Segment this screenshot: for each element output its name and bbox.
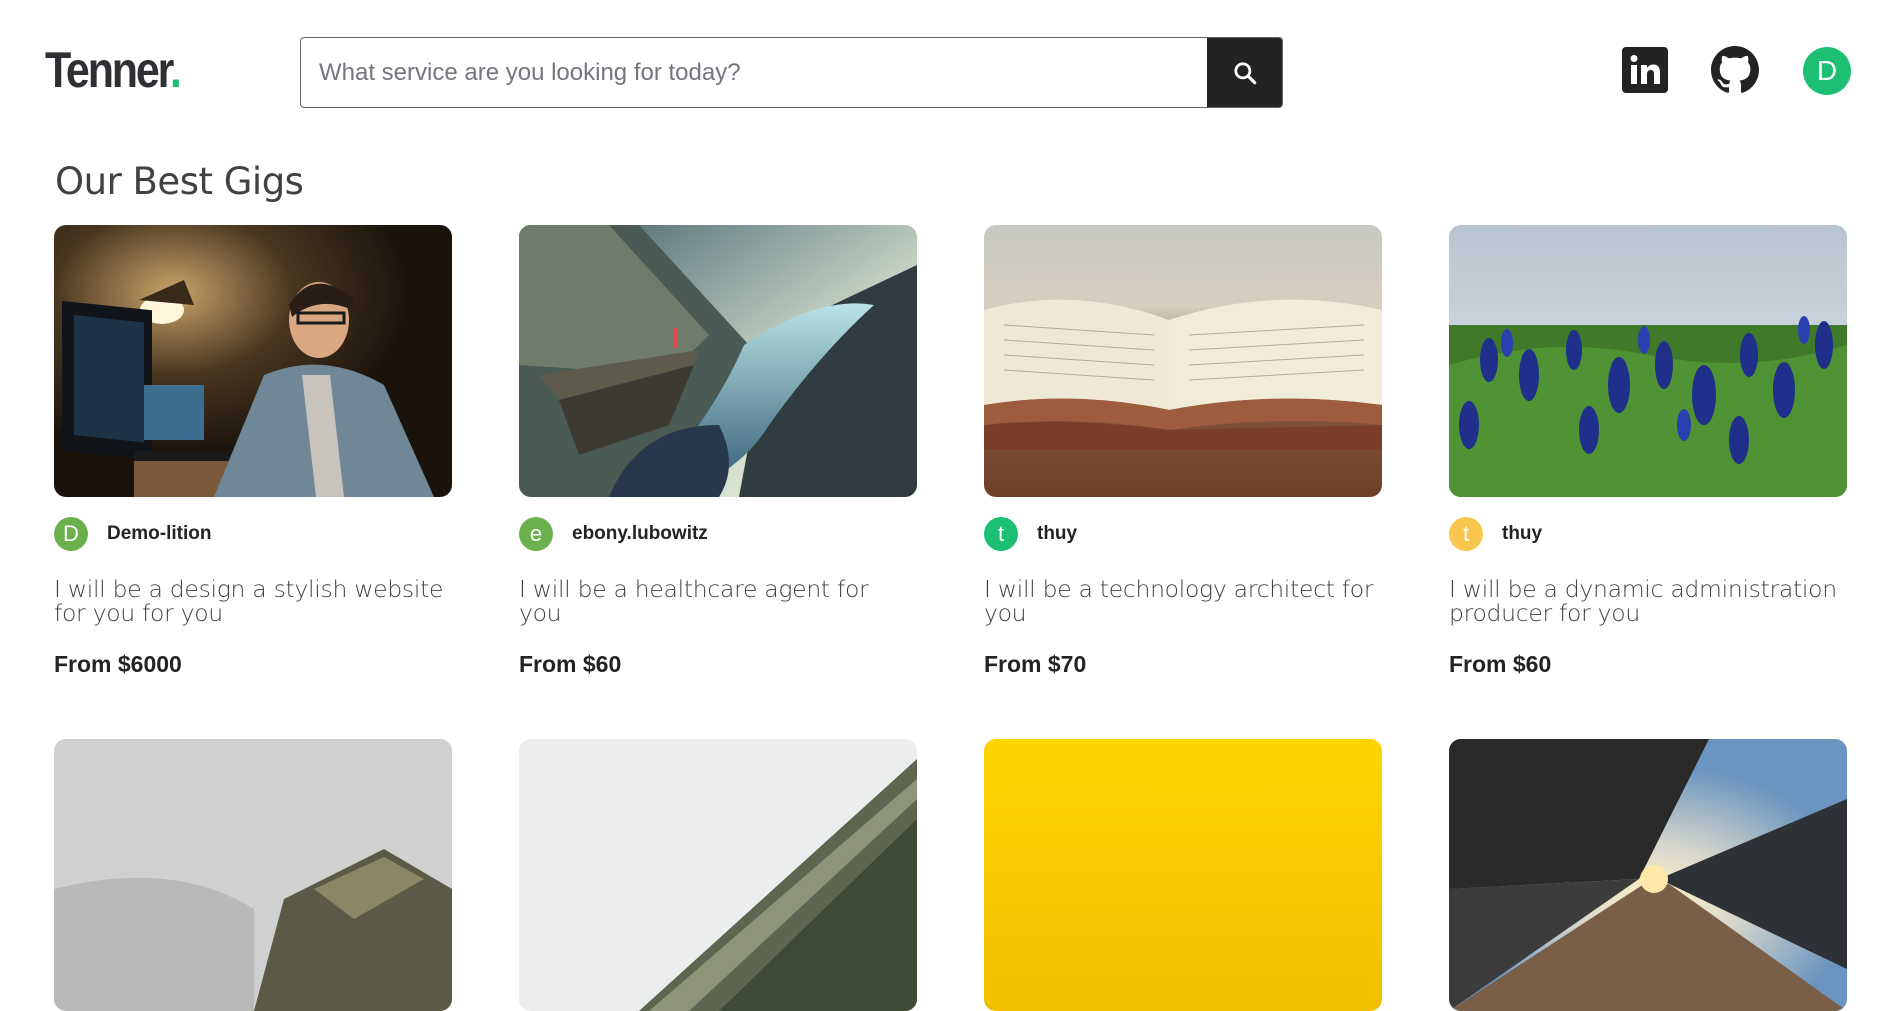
logo-dot: .: [169, 42, 182, 98]
gig-card[interactable]: [984, 739, 1382, 1011]
search-input[interactable]: [301, 38, 1207, 107]
gig-image-book[interactable]: [984, 225, 1382, 497]
seller-name[interactable]: Demo-lition: [107, 523, 212, 545]
search-button[interactable]: [1207, 38, 1282, 107]
gig-image-train-walkway[interactable]: [1449, 739, 1847, 1011]
gig-card[interactable]: t thuy I will be a dynamic administratio…: [1449, 225, 1847, 677]
seller-name[interactable]: ebony.lubowitz: [572, 523, 708, 545]
seller-info: D Demo-lition: [54, 517, 212, 551]
gig-price: From $70: [984, 651, 1087, 677]
gig-title[interactable]: I will be a technology architect for you: [984, 577, 1382, 625]
gig-card[interactable]: [1449, 739, 1847, 1011]
github-link[interactable]: [1710, 45, 1760, 95]
gig-card[interactable]: [54, 739, 452, 1011]
gig-title[interactable]: I will be a design a stylish website for…: [54, 577, 452, 625]
seller-avatar[interactable]: t: [984, 517, 1018, 551]
seller-info: t thuy: [984, 517, 1077, 551]
gig-image-developer[interactable]: [54, 225, 452, 497]
search-bar: [300, 37, 1283, 108]
search-icon: [1233, 61, 1256, 84]
seller-avatar[interactable]: t: [1449, 517, 1483, 551]
gig-card[interactable]: t thuy I will be a technology architect …: [984, 225, 1382, 677]
gig-image-flowers[interactable]: [1449, 225, 1847, 497]
gig-card[interactable]: [519, 739, 917, 1011]
gig-image-yellow[interactable]: [984, 739, 1382, 1011]
gig-price: From $60: [519, 651, 622, 677]
gig-title[interactable]: I will be a dynamic administration produ…: [1449, 577, 1847, 625]
section-title: Our Best Gigs: [55, 160, 304, 203]
seller-info: t thuy: [1449, 517, 1542, 551]
seller-name[interactable]: thuy: [1037, 523, 1077, 545]
gig-price: From $60: [1449, 651, 1552, 677]
gig-image-misty-mountain[interactable]: [54, 739, 452, 1011]
seller-info: e ebony.lubowitz: [519, 517, 708, 551]
user-avatar[interactable]: D: [1803, 47, 1851, 95]
gig-price: From $6000: [54, 651, 182, 677]
gig-image-fjord[interactable]: [519, 225, 917, 497]
github-icon: [1711, 46, 1759, 93]
logo[interactable]: Tenner.: [45, 40, 182, 100]
seller-avatar[interactable]: e: [519, 517, 553, 551]
gig-card[interactable]: D Demo-lition I will be a design a styli…: [54, 225, 452, 677]
gig-image-forest-slope[interactable]: [519, 739, 917, 1011]
gig-card[interactable]: e ebony.lubowitz I will be a healthcare …: [519, 225, 917, 677]
linkedin-link[interactable]: [1622, 47, 1668, 93]
logo-text: Tenner: [45, 42, 172, 98]
seller-avatar[interactable]: D: [54, 517, 88, 551]
seller-name[interactable]: thuy: [1502, 523, 1542, 545]
gig-title[interactable]: I will be a healthcare agent for you: [519, 577, 917, 625]
linkedin-icon: [1630, 55, 1660, 84]
